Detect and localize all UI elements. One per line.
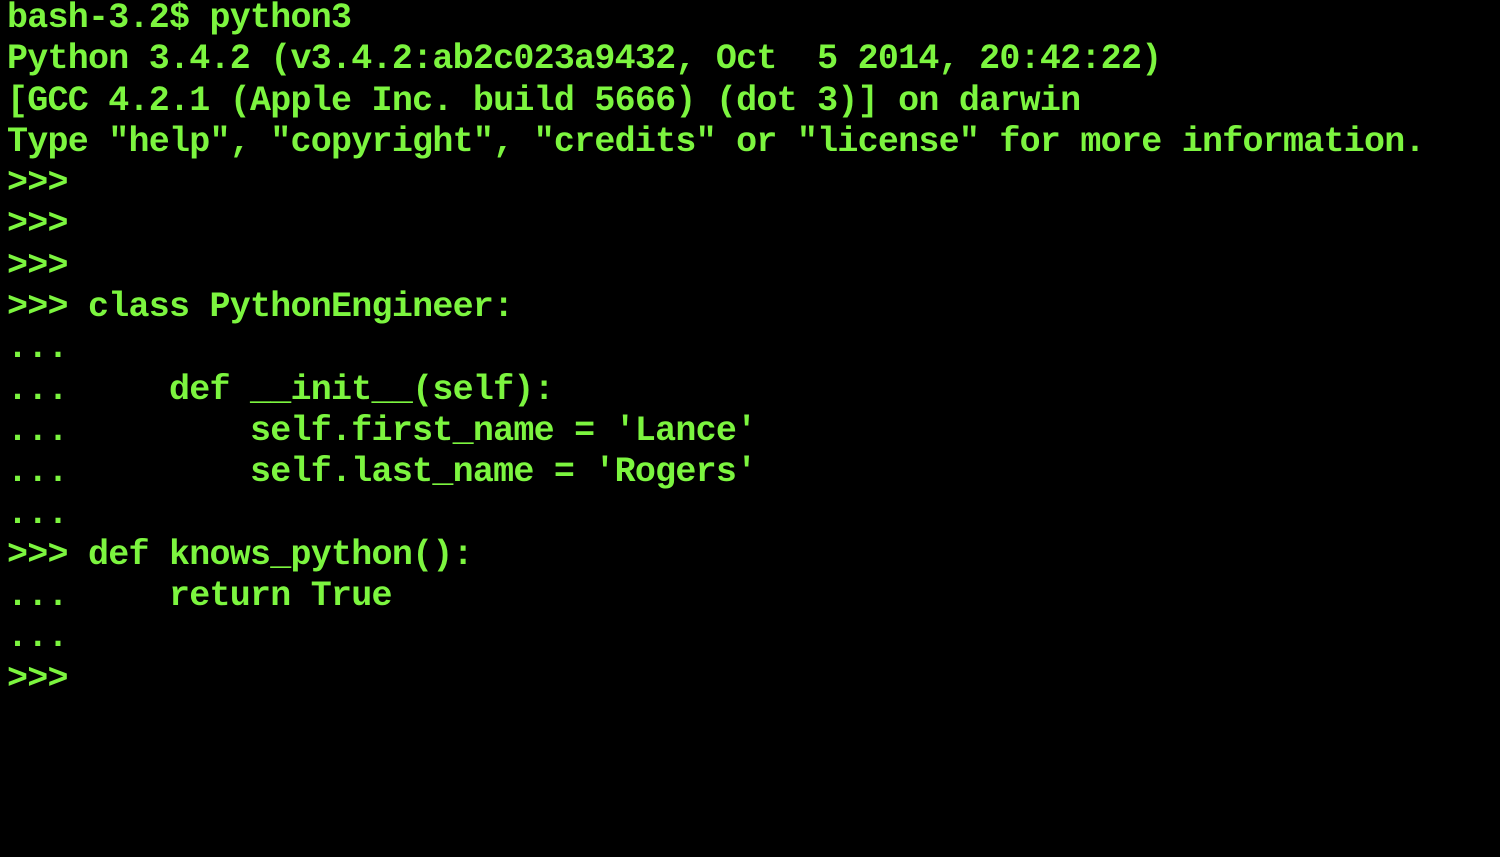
terminal-line-prompt: >>> (7, 163, 69, 204)
terminal-line-first-name: ... self.first_name = 'Lance' (7, 410, 757, 451)
terminal-line-continuation: ... (7, 617, 69, 658)
terminal-line-init-def: ... def __init__(self): (7, 369, 555, 410)
terminal-line-prompt: >>> (7, 245, 69, 286)
terminal-window[interactable]: bash-3.2$ python3 Python 3.4.2 (v3.4.2:a… (0, 0, 1500, 857)
terminal-line-python-version: Python 3.4.2 (v3.4.2:ab2c023a9432, Oct 5… (7, 39, 1162, 80)
terminal-line-return: ... return True (7, 576, 393, 617)
terminal-output: bash-3.2$ python3 Python 3.4.2 (v3.4.2:a… (7, 0, 1500, 700)
terminal-line-active-prompt[interactable]: >>> (7, 659, 1500, 700)
terminal-line-function-def: >>> def knows_python(): (7, 534, 474, 575)
terminal-line-prompt: >>> (7, 204, 69, 245)
terminal-line-shell-command: bash-3.2$ python3 (7, 0, 352, 38)
terminal-line-last-name: ... self.last_name = 'Rogers' (7, 452, 757, 493)
terminal-line-continuation: ... (7, 493, 69, 534)
terminal-line-continuation: ... (7, 328, 69, 369)
terminal-line-compiler-info: [GCC 4.2.1 (Apple Inc. build 5666) (dot … (7, 80, 1081, 121)
terminal-line-help-info: Type "help", "copyright", "credits" or "… (7, 121, 1426, 162)
terminal-line-class-def: >>> class PythonEngineer: (7, 287, 514, 328)
